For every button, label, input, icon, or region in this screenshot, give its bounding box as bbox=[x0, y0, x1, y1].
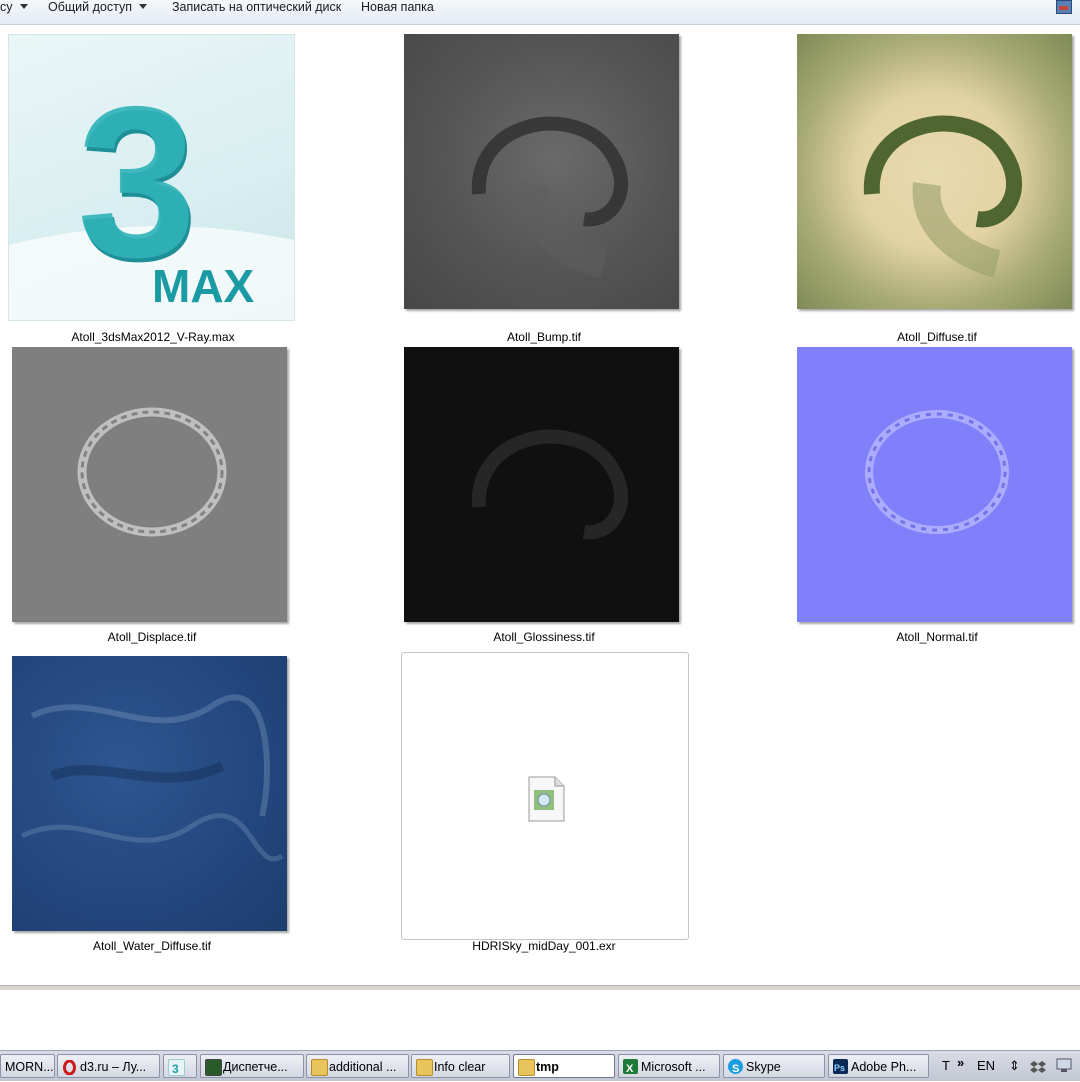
task-manager-icon bbox=[205, 1059, 222, 1076]
chevron-down-icon bbox=[19, 4, 28, 9]
glossiness-texture-thumbnail bbox=[404, 347, 679, 622]
toolbar-cut-item[interactable]: cy bbox=[0, 0, 28, 15]
chevron-right-icon[interactable]: » bbox=[957, 1051, 964, 1075]
water-texture-thumbnail bbox=[12, 656, 287, 931]
diffuse-texture-thumbnail bbox=[797, 34, 1072, 309]
taskbar-item[interactable]: 3 bbox=[163, 1054, 197, 1078]
file-grid: 3 3 MAX Atoll_3dsMax2012_V-Ray.max Atoll… bbox=[0, 25, 1080, 985]
svg-text:Ps: Ps bbox=[834, 1063, 845, 1073]
folder-icon bbox=[416, 1059, 433, 1076]
opera-icon bbox=[62, 1059, 77, 1076]
taskbar-item[interactable]: MORN... bbox=[0, 1054, 55, 1078]
logo-text: MAX bbox=[152, 260, 255, 312]
taskbar-item[interactable]: additional ... bbox=[306, 1054, 409, 1078]
svg-text:S: S bbox=[732, 1063, 739, 1075]
language-indicator[interactable]: EN bbox=[977, 1054, 995, 1078]
file-name: Atoll_3dsMax2012_V-Ray.max bbox=[71, 330, 235, 344]
taskbar-item[interactable]: Info clear bbox=[411, 1054, 510, 1078]
toolbar-t-button[interactable]: T bbox=[942, 1054, 950, 1078]
file-name: Atoll_Displace.tif bbox=[107, 630, 197, 644]
file-name: Atoll_Bump.tif bbox=[506, 330, 582, 344]
file-name: Atoll_Normal.tif bbox=[896, 630, 978, 644]
folder-icon bbox=[518, 1059, 535, 1076]
photoshop-icon: Ps bbox=[833, 1059, 848, 1074]
3dsmax-icon: 3 bbox=[168, 1059, 185, 1076]
new-folder-button[interactable]: Новая папка bbox=[361, 0, 434, 15]
tray-expand-icon[interactable]: ⇕ bbox=[1009, 1054, 1020, 1078]
svg-text:3: 3 bbox=[172, 1062, 179, 1076]
file-name: Atoll_Water_Diffuse.tif bbox=[92, 939, 212, 953]
exr-file-thumbnail bbox=[401, 652, 689, 940]
taskbar-item-active[interactable]: tmp bbox=[513, 1054, 615, 1078]
details-pane bbox=[0, 990, 1080, 1050]
skype-icon: S bbox=[728, 1059, 743, 1075]
normal-texture-thumbnail bbox=[797, 347, 1072, 622]
taskbar-item[interactable]: d3.ru – Лу... bbox=[57, 1054, 160, 1078]
taskbar-item[interactable]: Диспетче... bbox=[200, 1054, 304, 1078]
taskbar: MORN... d3.ru – Лу... 3 Диспетче... addi… bbox=[0, 1050, 1080, 1081]
network-icon[interactable] bbox=[1055, 1057, 1073, 1073]
dropbox-icon[interactable] bbox=[1030, 1058, 1046, 1073]
taskbar-item[interactable]: Ps Adobe Ph... bbox=[828, 1054, 929, 1078]
taskbar-item[interactable]: S Skype bbox=[723, 1054, 825, 1078]
3ds-max-icon: 3 3 MAX bbox=[8, 34, 295, 321]
svg-text:X: X bbox=[626, 1063, 634, 1075]
view-options-icon[interactable] bbox=[1056, 0, 1072, 14]
taskbar-item[interactable]: X Microsoft ... bbox=[618, 1054, 720, 1078]
explorer-toolbar: cy Общий доступ Записать на оптический д… bbox=[0, 0, 1080, 25]
bump-texture-thumbnail bbox=[404, 34, 679, 309]
chevron-down-icon bbox=[138, 4, 147, 9]
generic-file-icon bbox=[528, 776, 565, 822]
displace-texture-thumbnail bbox=[12, 347, 287, 622]
share-button[interactable]: Общий доступ bbox=[48, 0, 147, 15]
file-name: Atoll_Diffuse.tif bbox=[897, 330, 977, 344]
burn-disc-button[interactable]: Записать на оптический диск bbox=[172, 0, 341, 15]
file-name: HDRISky_midDay_001.exr bbox=[472, 939, 616, 953]
excel-icon: X bbox=[623, 1059, 638, 1075]
file-name: Atoll_Glossiness.tif bbox=[493, 630, 595, 644]
folder-icon bbox=[311, 1059, 328, 1076]
